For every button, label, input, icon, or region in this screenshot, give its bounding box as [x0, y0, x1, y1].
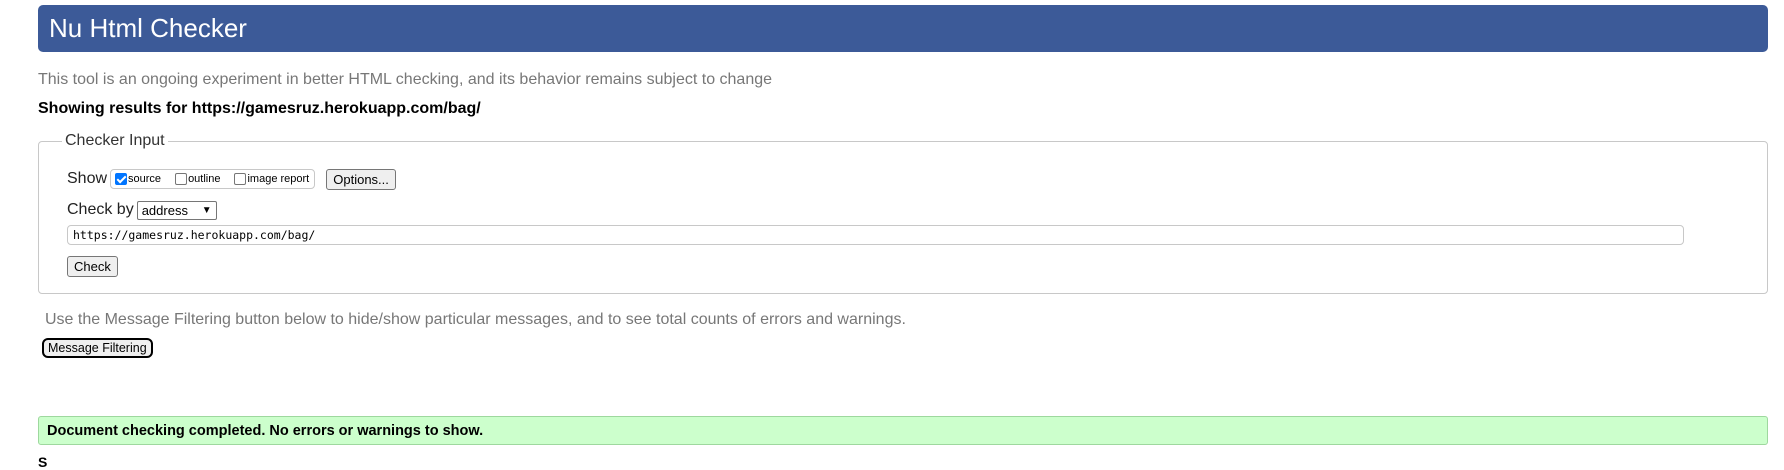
- checker-input-legend: Checker Input: [65, 132, 165, 149]
- check-by-selected-value: address: [141, 202, 188, 218]
- page-title: Nu Html Checker: [49, 13, 247, 43]
- check-by-select[interactable]: address ▼: [136, 200, 217, 220]
- header-bar: Nu Html Checker: [38, 5, 1768, 52]
- show-outline-option[interactable]: outline: [175, 173, 220, 185]
- chevron-down-icon: ▼: [201, 204, 212, 216]
- outline-checkbox[interactable]: [175, 173, 188, 185]
- next-section-heading-cutoff: S: [38, 454, 48, 470]
- result-success-message: Document checking completed. No errors o…: [38, 416, 1768, 445]
- checker-input-fieldset: Checker Input: [38, 132, 1768, 294]
- source-checkbox[interactable]: [115, 173, 128, 185]
- show-options-group: source outline image report: [110, 169, 316, 189]
- url-input[interactable]: https://gamesruz.herokuapp.com/bag/: [67, 225, 1684, 245]
- intro-text: This tool is an ongoing experiment in be…: [38, 71, 773, 88]
- outline-checkbox-label: outline: [188, 173, 221, 185]
- show-source-option[interactable]: source: [115, 173, 161, 185]
- message-filtering-button[interactable]: Message Filtering: [42, 338, 153, 358]
- image-report-checkbox-label: image report: [247, 173, 310, 185]
- message-filtering-note: Use the Message Filtering button below t…: [45, 311, 906, 328]
- check-by-label: Check by: [67, 201, 134, 218]
- check-button[interactable]: Check: [67, 256, 118, 277]
- page: Nu Html Checker This tool is an ongoing …: [0, 0, 1784, 469]
- show-image-report-option[interactable]: image report: [234, 173, 309, 185]
- options-button[interactable]: Options...: [326, 168, 396, 190]
- showing-results-heading: Showing results for https://gamesruz.her…: [38, 100, 481, 117]
- show-row: Show source outline image report Options…: [67, 168, 396, 190]
- image-report-checkbox[interactable]: [234, 173, 247, 185]
- check-by-row: Check by address ▼: [67, 200, 217, 220]
- source-checkbox-label: source: [128, 173, 162, 185]
- show-label: Show: [67, 170, 108, 187]
